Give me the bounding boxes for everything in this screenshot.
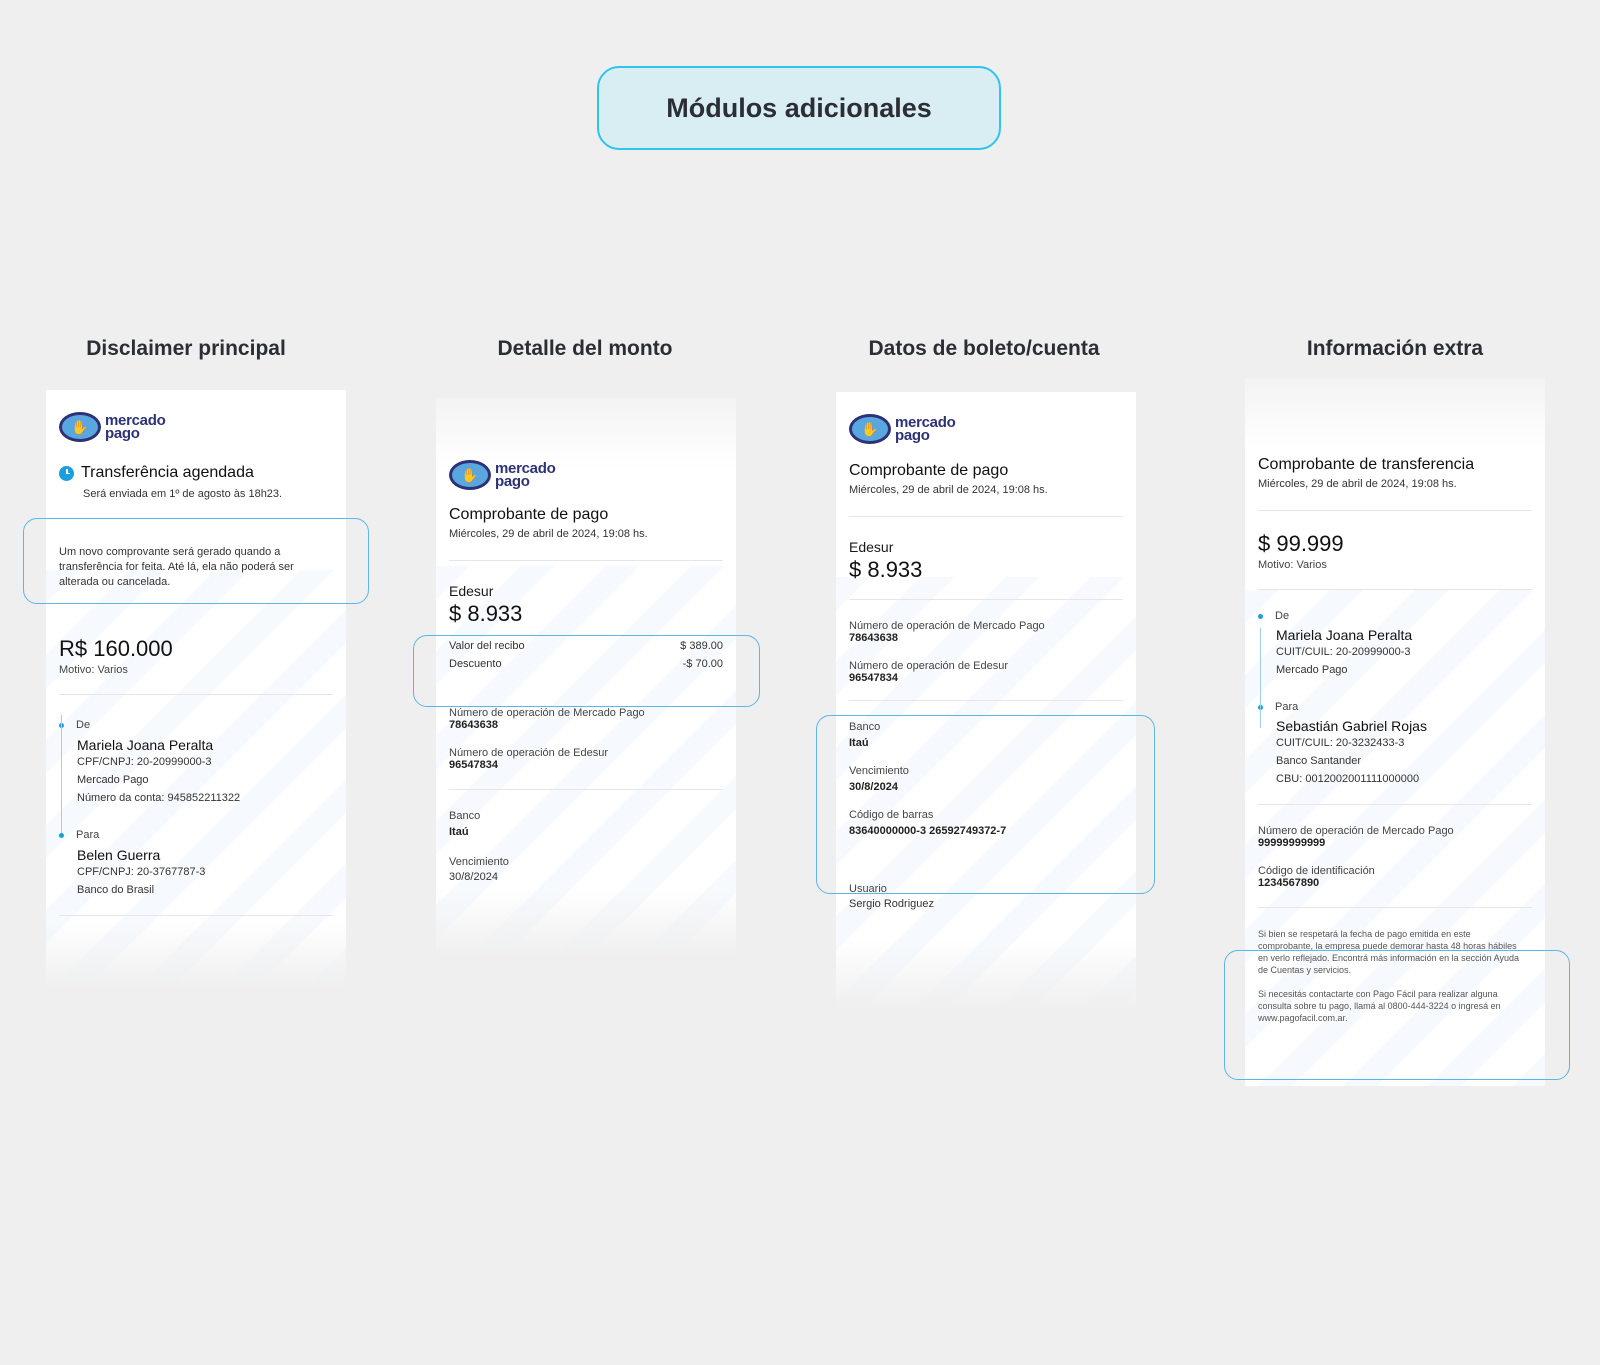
timeline-dot (59, 832, 64, 838)
column-heading-extra-info: Información extra (1306, 337, 1484, 360)
to-line: CPF/CNPJ: 20-3767787-3 (77, 866, 206, 878)
highlight-extra-info (1224, 950, 1570, 1080)
motivo: Motivo: Varios (59, 664, 128, 676)
to-label: Para (76, 829, 100, 841)
receipt-title: Comprobante de pago (849, 462, 1009, 479)
handshake-logo-icon: ✋ (849, 414, 891, 444)
timeline-dot (1258, 613, 1263, 619)
receipt-date: Miércoles, 29 de abril de 2024, 19:08 hs… (449, 528, 648, 540)
from-line: CPF/CNPJ: 20-20999000-3 (77, 756, 212, 768)
to-name: Belen Guerra (77, 847, 161, 863)
to-line: CUIT/CUIL: 20-3232433-3 (1276, 737, 1405, 749)
op-mp-value: 78643638 (849, 632, 898, 644)
op-mp-label: Número de operación de Mercado Pago (849, 620, 1045, 632)
column-heading-disclaimer: Disclaimer principal (86, 337, 286, 360)
op-edesur-value: 96547834 (849, 672, 898, 684)
mercado-pago-logo: ✋ mercado pago (59, 412, 333, 442)
column-heading-amount-detail: Detalle del monto (497, 337, 673, 360)
op-mp-label: Número de operación de Mercado Pago (1258, 825, 1454, 837)
highlight-amount-detail (413, 635, 760, 707)
page-title: Módulos adicionales (597, 66, 1001, 150)
from-label: De (1275, 610, 1290, 622)
status-title: Transferência agendada (81, 464, 254, 481)
to-label: Para (1275, 701, 1299, 713)
user-value: Sergio Rodriguez (849, 898, 934, 910)
highlight-boleto-data (816, 715, 1155, 894)
from-name: Mariela Joana Peralta (77, 737, 214, 753)
receipt-date: Miércoles, 29 de abril de 2024, 19:08 hs… (1258, 478, 1457, 490)
from-label: De (76, 719, 91, 731)
op-mp-value: 99999999999 (1258, 837, 1326, 849)
status-subtitle: Será enviada em 1º de agosto às 18h23. (83, 488, 283, 500)
due-label: Vencimiento (449, 856, 509, 868)
mercado-pago-logo: ✋ mercado pago (449, 460, 723, 490)
to-name: Sebastián Gabriel Rojas (1276, 718, 1427, 734)
receipt-title: Comprobante de pago (449, 506, 609, 523)
bank-label: Banco (449, 810, 481, 822)
amount: $ 8.933 (449, 601, 523, 626)
handshake-logo-icon: ✋ (59, 412, 101, 442)
from-line: Mercado Pago (1276, 664, 1348, 676)
identification-label: Código de identificación (1258, 865, 1375, 877)
amount: $ 8.933 (849, 557, 923, 582)
receipt-date: Miércoles, 29 de abril de 2024, 19:08 hs… (849, 484, 1048, 496)
from-line: Mercado Pago (77, 774, 149, 786)
clock-icon (59, 465, 74, 481)
to-line: Banco Santander (1276, 755, 1362, 767)
receipt-card-boleto-data: ✋ mercado pago Comprobante de pago Miérco… (836, 392, 1136, 1010)
to-line: CBU: 0012002001111000000 (1276, 773, 1420, 785)
receipt-card-disclaimer: ✋ mercado pago Transferência agendada Ser… (46, 390, 346, 990)
company-name: Edesur (849, 539, 894, 555)
due-value: 30/8/2024 (449, 871, 498, 883)
from-name: Mariela Joana Peralta (1276, 627, 1413, 643)
highlight-disclaimer (23, 518, 369, 604)
op-edesur-value: 96547834 (449, 759, 498, 771)
amount: $ 99.999 (1258, 531, 1344, 556)
column-heading-boleto-data: Datos de boleto/cuenta (868, 337, 1100, 360)
receipt-title: Comprobante de transferencia (1258, 456, 1475, 473)
bank-value: Itaú (449, 826, 469, 838)
op-edesur-label: Número de operación de Edesur (449, 747, 608, 759)
mercado-pago-logo: ✋ mercado pago (849, 414, 1123, 444)
op-mp-label: Número de operación de Mercado Pago (449, 707, 645, 719)
amount: R$ 160.000 (59, 636, 173, 661)
handshake-logo-icon: ✋ (449, 460, 491, 490)
from-line: CUIT/CUIL: 20-20999000-3 (1276, 646, 1411, 658)
company-name: Edesur (449, 583, 494, 599)
op-mp-value: 78643638 (449, 719, 498, 731)
motivo: Motivo: Varios (1258, 559, 1327, 571)
op-edesur-label: Número de operación de Edesur (849, 660, 1008, 672)
from-line: Número da conta: 945852211322 (77, 792, 241, 804)
identification-value: 1234567890 (1258, 877, 1320, 889)
to-line: Banco do Brasil (77, 884, 155, 896)
